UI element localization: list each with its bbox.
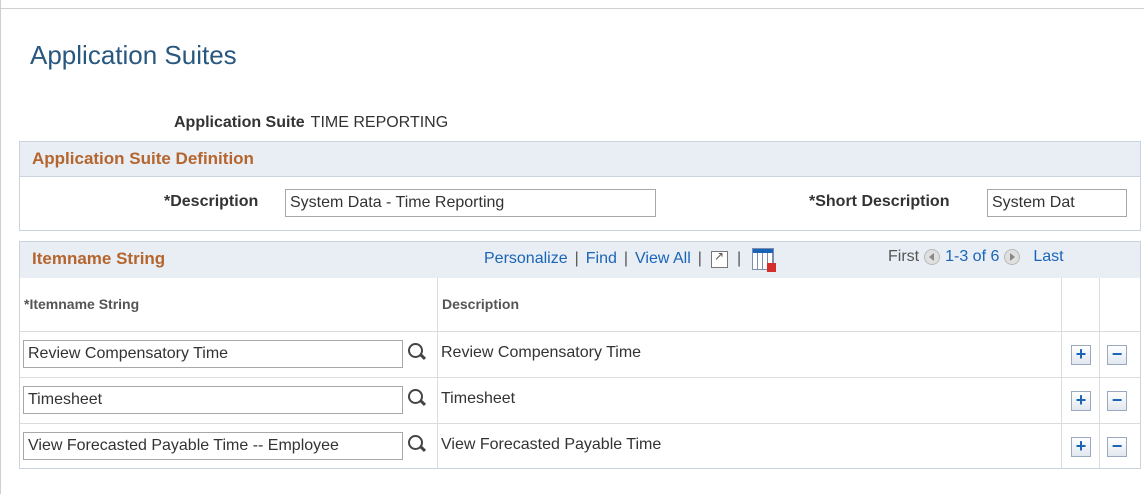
window-top-border xyxy=(0,8,1144,9)
row-description: Review Compensatory Time xyxy=(441,344,642,361)
last-link[interactable]: Last xyxy=(1033,248,1063,266)
lookup-icon[interactable] xyxy=(408,343,428,363)
itemname-field[interactable]: Timesheet xyxy=(23,386,403,414)
row-range: 1-3 of 6 xyxy=(945,248,1000,265)
table-row: Review Compensatory Time Review Compensa… xyxy=(20,331,1140,378)
column-header-row: *Itemname String Description xyxy=(20,278,1140,332)
lookup-icon[interactable] xyxy=(408,389,428,409)
column-header-description[interactable]: Description xyxy=(442,296,519,312)
lookup-icon[interactable] xyxy=(408,435,428,455)
definition-header: Application Suite Definition xyxy=(20,142,1140,177)
definition-group: Application Suite Definition *Descriptio… xyxy=(19,141,1141,231)
add-row-button[interactable]: + xyxy=(1071,391,1091,411)
short-description-label: *Short Description xyxy=(809,193,950,210)
page-title: Application Suites xyxy=(30,40,237,70)
delete-row-button[interactable]: − xyxy=(1107,437,1127,457)
add-row-button[interactable]: + xyxy=(1071,345,1091,365)
view-all-link[interactable]: View All xyxy=(635,250,691,268)
personalize-link[interactable]: Personalize xyxy=(484,250,568,268)
itemname-field[interactable]: Review Compensatory Time xyxy=(23,340,403,368)
add-row-button[interactable]: + xyxy=(1071,437,1091,457)
table-row: Timesheet Timesheet + − xyxy=(20,377,1140,424)
application-suite-value: TIME REPORTING xyxy=(310,114,449,131)
itemname-grid: Itemname String Personalize | Find | Vie… xyxy=(19,241,1141,469)
description-label: *Description xyxy=(164,193,259,210)
toolbar-separator: | xyxy=(697,250,702,267)
table-row: View Forecasted Payable Time -- Employee… xyxy=(20,423,1140,469)
grid-navigation: First 1-3 of 6 Last xyxy=(888,248,1064,266)
column-header-itemname[interactable]: *Itemname String xyxy=(24,296,139,312)
row-description: Timesheet xyxy=(441,390,516,407)
next-arrow-icon[interactable] xyxy=(1004,249,1021,265)
delete-row-button[interactable]: − xyxy=(1107,391,1127,411)
toolbar-separator: | xyxy=(623,250,629,267)
grid-title: Itemname String xyxy=(32,249,166,268)
description-field[interactable]: System Data - Time Reporting xyxy=(285,189,656,217)
row-description: View Forecasted Payable Time xyxy=(441,436,662,453)
toolbar-separator: | xyxy=(736,250,742,267)
short-description-field[interactable]: System Dat xyxy=(987,189,1127,217)
grid-toolbar: Personalize | Find | View All | | xyxy=(484,248,777,272)
application-suite-label: Application Suite xyxy=(174,114,305,131)
zoom-grid-icon[interactable] xyxy=(710,249,728,268)
grid-header: Itemname String Personalize | Find | Vie… xyxy=(20,242,1140,279)
delete-row-button[interactable]: − xyxy=(1107,345,1127,365)
find-link[interactable]: Find xyxy=(586,250,617,268)
itemname-field[interactable]: View Forecasted Payable Time -- Employee xyxy=(23,432,403,460)
application-suite-line: Application Suite TIME REPORTING xyxy=(174,114,448,132)
first-link[interactable]: First xyxy=(888,248,919,266)
download-to-excel-icon[interactable] xyxy=(752,248,777,272)
previous-arrow-icon[interactable] xyxy=(924,249,941,265)
toolbar-separator: | xyxy=(574,250,579,267)
window-left-border xyxy=(0,0,1,494)
